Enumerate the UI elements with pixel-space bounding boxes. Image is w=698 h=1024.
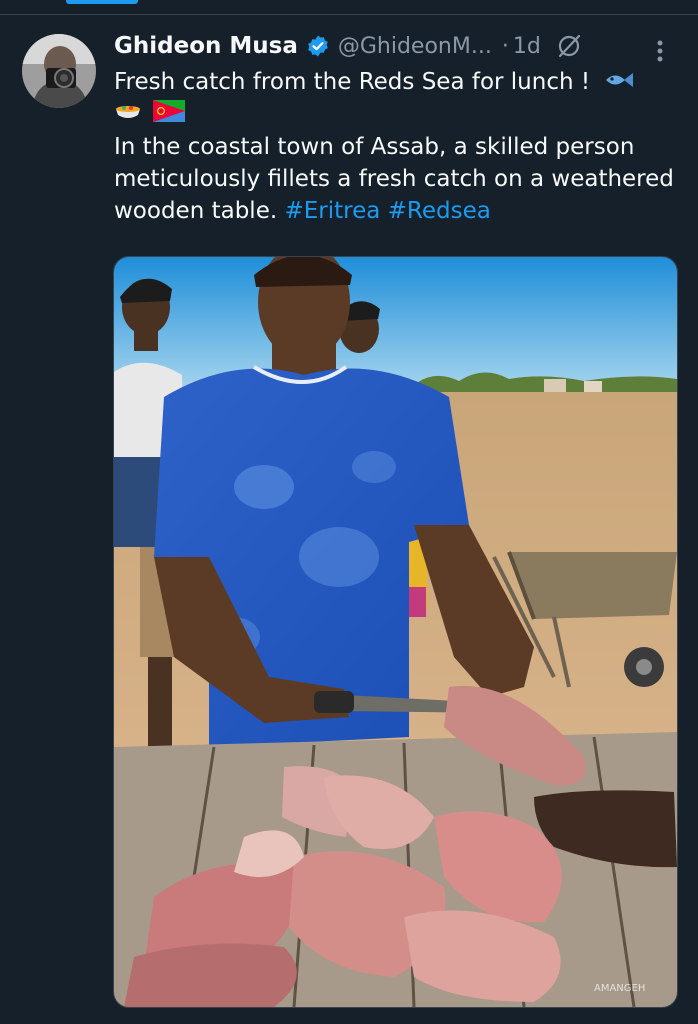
tweet-media-photo[interactable]: AMANGEH [113,256,678,1008]
tweet-line-1: Fresh catch from the Reds Sea for lunch … [114,66,679,99]
author-handle[interactable]: @GhideonM... [338,34,492,59]
tweet-header: Ghideon Musa @GhideonM... · 1d [114,30,678,62]
hashtag-redsea[interactable]: #Redsea [388,198,491,224]
tab-indicator [66,0,138,4]
separator-dot: · [501,33,509,59]
tweet-body: In the coastal town of Assab, a skilled … [114,131,679,227]
author-name[interactable]: Ghideon Musa [114,33,298,59]
bowl-emoji [114,99,142,131]
avatar-photo [22,34,96,108]
tweet-emoji-line [114,99,679,132]
verified-badge-icon [306,34,330,58]
tweet-timestamp[interactable]: 1d [513,34,541,59]
grok-icon[interactable] [555,32,583,60]
avatar[interactable] [22,34,96,108]
timeline-page: Ghideon Musa @GhideonM... · 1d Fresh cat… [0,0,698,1024]
media-watermark: AMANGEH [594,983,645,994]
eritrea-flag-emoji [153,99,186,131]
tweet-headline: Fresh catch from the Reds Sea for lunch … [114,69,591,95]
hashtag-eritrea[interactable]: #Eritrea [284,198,380,224]
more-vertical-icon[interactable] [642,36,678,66]
divider [0,14,698,15]
fish-emoji [603,67,635,99]
media-photo: AMANGEH [114,257,677,1007]
tweet-text: Fresh catch from the Reds Sea for lunch … [114,66,679,227]
